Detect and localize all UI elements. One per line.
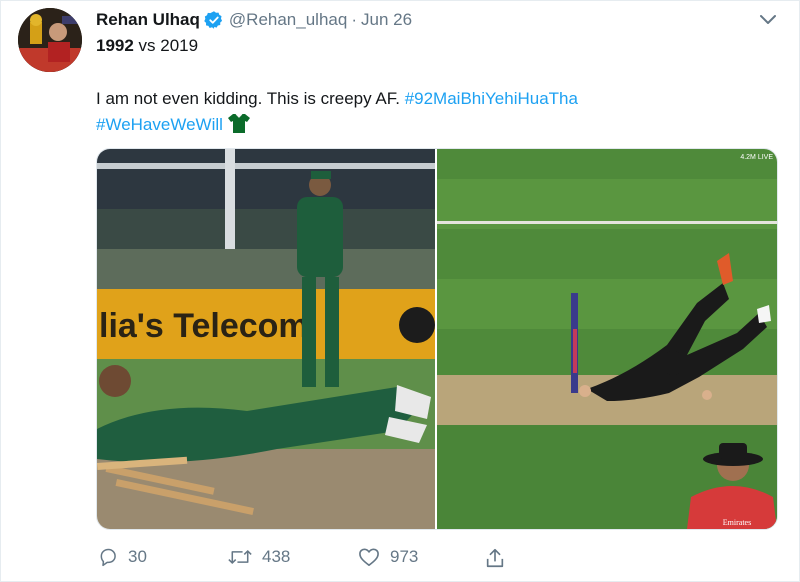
- separator-dot: ·: [351, 10, 357, 29]
- sponsor-text: Emirates: [723, 518, 751, 527]
- verified-badge-icon: [204, 11, 222, 29]
- retweet-icon: [228, 550, 252, 564]
- share-button[interactable]: [484, 547, 506, 569]
- share-icon: [486, 548, 504, 568]
- chevron-down-icon[interactable]: [758, 12, 778, 28]
- photo-2019-runout[interactable]: 4.2M LIVE Emirates: [437, 149, 777, 529]
- like-button[interactable]: 973: [358, 547, 418, 567]
- live-badge: 4.2M LIVE: [740, 154, 773, 161]
- avatar-image: [18, 8, 82, 72]
- heart-icon: [359, 548, 379, 566]
- reply-count: 30: [128, 547, 147, 566]
- tweet-date[interactable]: Jun 26: [361, 10, 412, 30]
- avatar[interactable]: [18, 8, 82, 72]
- hashtag-link[interactable]: #WeHaveWeWill: [96, 115, 223, 134]
- tweet-body: I am not even kidding. This is creepy AF…: [96, 86, 746, 138]
- like-count: 973: [390, 547, 419, 566]
- author-handle[interactable]: @Rehan_ulhaq: [229, 10, 347, 30]
- hashtag-link[interactable]: #92MaiBhiYehiHuaTha: [405, 89, 578, 108]
- reply-icon: [100, 548, 116, 567]
- tweet-header: Rehan Ulhaq @Rehan_ulhaq · Jun 26: [96, 8, 412, 32]
- subtitle-year-bold: 1992: [96, 36, 134, 55]
- retweet-count: 438: [262, 547, 291, 566]
- subtitle-rest: vs 2019: [133, 36, 199, 55]
- author-name[interactable]: Rehan Ulhaq: [96, 10, 200, 30]
- photo-1992-runout[interactable]: lia's Telecom: [97, 149, 435, 529]
- retweet-button[interactable]: 438: [228, 547, 290, 567]
- pakistan-jersey-emoji-icon: [227, 113, 250, 133]
- tweet-subtitle: 1992 vs 2019: [96, 36, 198, 56]
- tweet-media[interactable]: lia's Telecom 4.2M LIVE Emirates: [96, 148, 778, 530]
- tweet-actions: 30 438 973: [96, 547, 516, 575]
- banner-text: lia's Telecom: [99, 307, 309, 345]
- reply-button[interactable]: 30: [98, 547, 147, 567]
- tweet-text: I am not even kidding. This is creepy AF…: [96, 89, 405, 108]
